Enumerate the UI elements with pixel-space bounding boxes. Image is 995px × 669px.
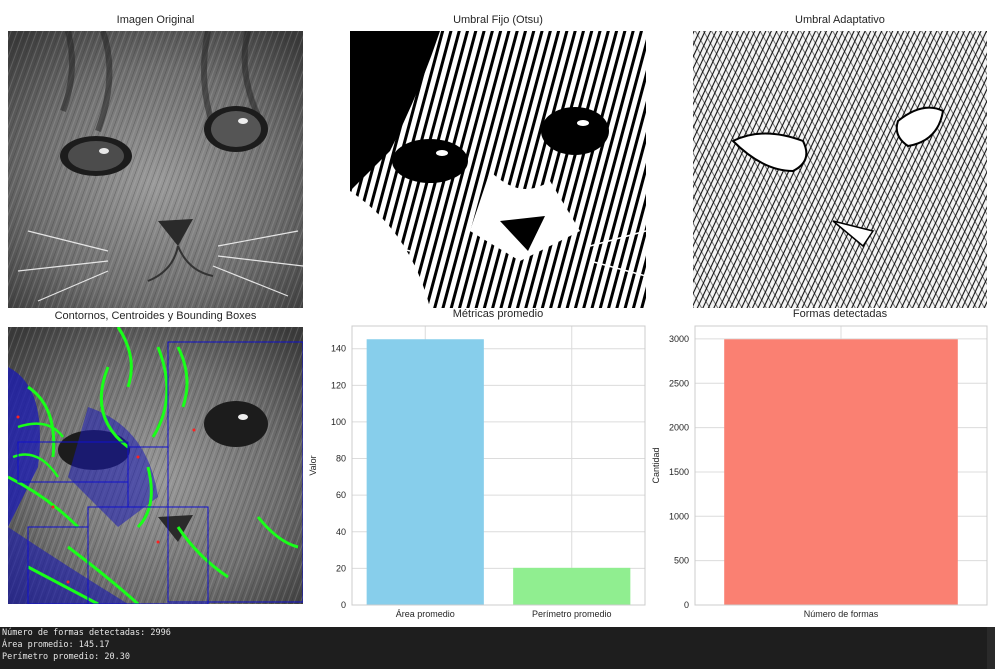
y-tick-label: 3000 — [669, 334, 689, 344]
otsu-image-title: Umbral Fijo (Otsu) — [453, 14, 543, 26]
y-tick-label: 60 — [336, 490, 346, 500]
y-axis-label: Valor — [308, 455, 318, 475]
console-line-area: Área promedio: 145.17 — [2, 640, 110, 650]
original-image-title: Imagen Original — [116, 14, 195, 26]
y-tick-label: 40 — [336, 527, 346, 537]
original-image — [8, 31, 303, 308]
y-tick-label: 2000 — [669, 423, 689, 433]
contours-image — [8, 327, 303, 604]
y-tick-label: 20 — [336, 563, 346, 573]
y-tick-label: 500 — [674, 556, 689, 566]
y-tick-label: 80 — [336, 454, 346, 464]
y-axis-label: Cantidad — [651, 447, 661, 483]
otsu-image — [350, 31, 646, 308]
y-tick-label: 100 — [331, 417, 346, 427]
y-tick-label: 140 — [331, 344, 346, 354]
shapes-chart-title: Formas detectadas — [792, 308, 888, 320]
x-tick-label: Perímetro promedio — [532, 609, 612, 619]
contours-image-title: Contornos, Centroides y Bounding Boxes — [54, 310, 257, 322]
metrics-chart-title: Métricas promedio — [452, 308, 544, 320]
y-tick-label: 1500 — [669, 467, 689, 477]
x-tick-label: Área promedio — [396, 609, 455, 619]
adaptive-image-title: Umbral Adaptativo — [795, 14, 885, 26]
bar — [366, 339, 484, 605]
console-line-perimeter: Perímetro promedio: 20.30 — [2, 652, 130, 662]
console-scrollbar[interactable] — [987, 627, 995, 669]
y-tick-label: 0 — [684, 600, 689, 610]
console-output: Número de formas detectadas: 2996 Área p… — [0, 627, 995, 669]
y-tick-label: 1000 — [669, 511, 689, 521]
shapes-bar-chart: 0 500 1000 1500 2000 2500 3000 Número de formas… — [651, 325, 988, 619]
y-tick-label: 2500 — [669, 378, 689, 388]
y-tick-label: 0 — [341, 600, 346, 610]
bar — [513, 567, 631, 605]
console-line-shapes: Número de formas detectadas: 2996 — [2, 628, 171, 638]
x-tick-label: Número de formas — [804, 609, 879, 619]
bar — [724, 339, 958, 605]
adaptive-image — [693, 31, 987, 308]
metrics-bar-chart: 0 20 40 60 80 100 120 140 Área promedio Perímetro… — [308, 325, 646, 619]
y-tick-label: 120 — [331, 380, 346, 390]
